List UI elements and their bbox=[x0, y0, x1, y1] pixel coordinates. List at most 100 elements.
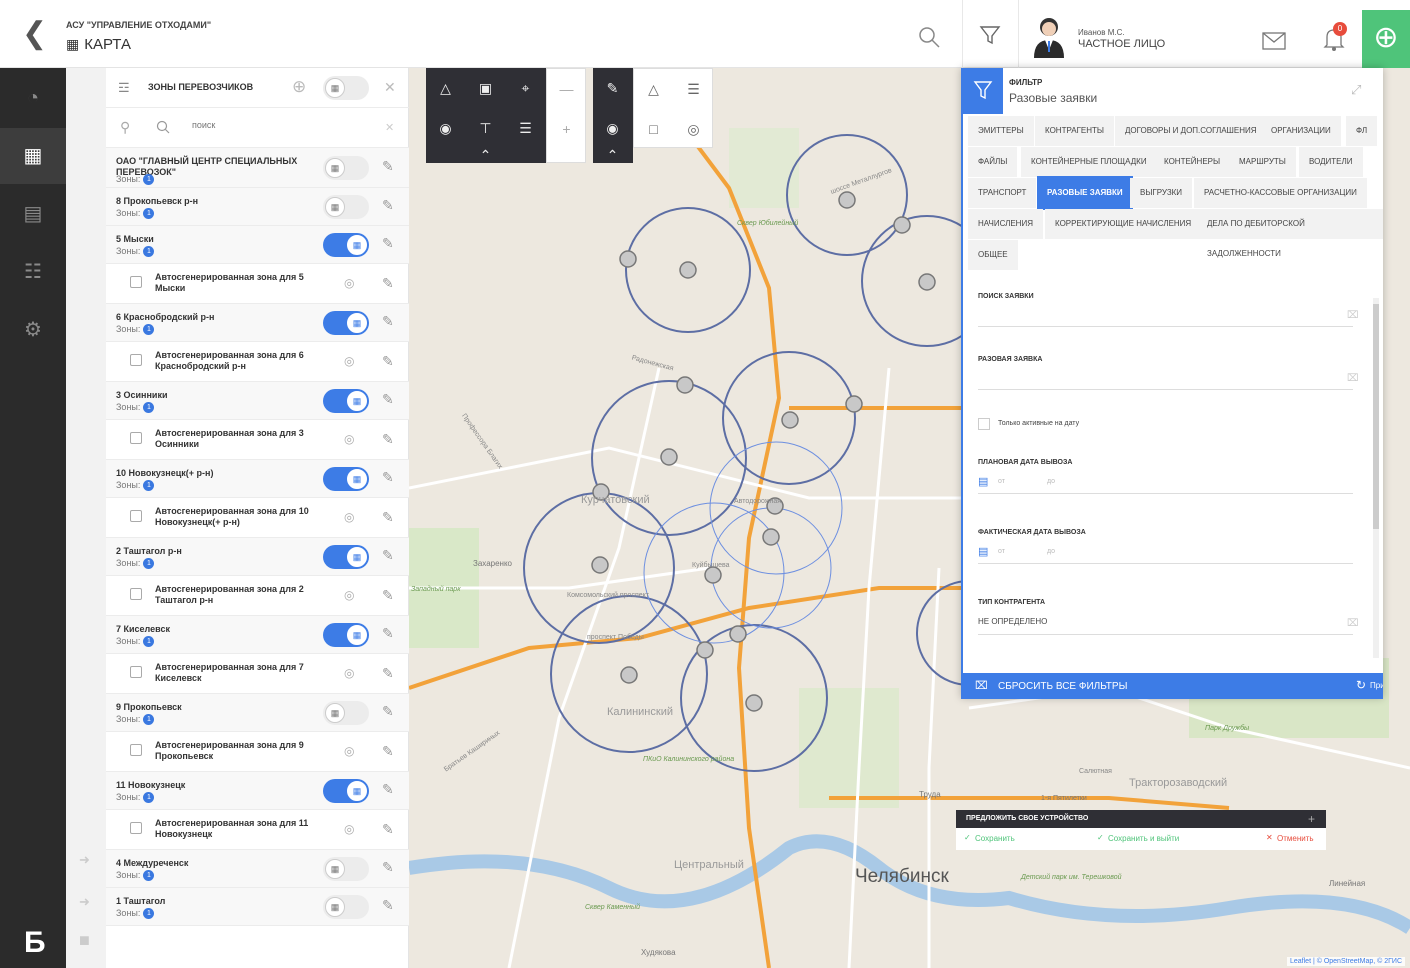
traffic-light-icon[interactable]: ☷ bbox=[0, 244, 66, 300]
tab-fl[interactable]: ФЛ bbox=[1346, 116, 1378, 146]
add-zone-icon[interactable]: ⊕ bbox=[292, 77, 306, 97]
edit-icon[interactable]: ✎ bbox=[382, 665, 394, 682]
toggle[interactable]: ▦ bbox=[323, 857, 369, 881]
contractor-type-select[interactable]: НЕ ОПРЕДЕЛЕНО bbox=[978, 617, 1047, 626]
reset-filters-button[interactable]: СБРОСИТЬ ВСЕ ФИЛЬТРЫ bbox=[998, 681, 1127, 692]
image-icon[interactable]: ▣ bbox=[466, 68, 505, 108]
search-input[interactable] bbox=[192, 120, 372, 130]
target-icon[interactable]: ◎ bbox=[344, 822, 354, 836]
polygon-icon[interactable]: △ bbox=[634, 69, 673, 109]
chevron-up-icon[interactable]: ⌃ bbox=[466, 148, 505, 163]
expand-icon[interactable]: ➜ bbox=[79, 894, 90, 910]
apply-button[interactable]: Применить bbox=[1370, 681, 1383, 690]
list-item[interactable]: 3 Осинники Зоны: 1 ▦ ✎ bbox=[106, 382, 409, 420]
edit-icon[interactable]: ✎ bbox=[382, 469, 394, 486]
toggle[interactable]: ▦ bbox=[323, 467, 369, 491]
dashboard-icon[interactable]: ◔ bbox=[0, 70, 66, 126]
calendar-icon[interactable]: ▤ bbox=[978, 545, 988, 558]
date-to-input[interactable]: до bbox=[1047, 478, 1055, 485]
edit-icon[interactable]: ✎ bbox=[382, 158, 394, 175]
target-icon[interactable]: ◎ bbox=[344, 354, 354, 368]
list-item[interactable]: 7 Киселевск Зоны: 1 ▦ ✎ bbox=[106, 616, 409, 654]
list-item[interactable]: ОАО "ГЛАВНЫЙ ЦЕНТР СПЕЦИАЛЬНЫХ ПЕРЕВОЗОК… bbox=[106, 148, 409, 188]
edit-icon[interactable]: ✎ bbox=[382, 821, 394, 838]
list-item[interactable]: 10 Новокузнецк(+ р-н) Зоны: 1 ▦ ✎ bbox=[106, 460, 409, 498]
clear-icon[interactable]: ⌧ bbox=[1347, 373, 1359, 384]
save-button[interactable]: Сохранить bbox=[975, 834, 1015, 843]
back-icon[interactable]: ❮ bbox=[22, 19, 47, 49]
tab-emitters[interactable]: ЭМИТТЕРЫ bbox=[968, 116, 1034, 146]
tab-organizations[interactable]: ОРГАНИЗАЦИИ bbox=[1261, 116, 1341, 146]
toggle[interactable]: ▦ bbox=[323, 545, 369, 569]
zone-item[interactable]: Автосгенерированная зона для 5 Мыски ◎ ✎ bbox=[106, 264, 409, 304]
mail-icon[interactable] bbox=[1262, 32, 1286, 50]
edit-icon[interactable]: ✎ bbox=[382, 275, 394, 292]
list-item[interactable]: 2 Таштагол р-н Зоны: 1 ▦ ✎ bbox=[106, 538, 409, 576]
tab-files[interactable]: ФАЙЛЫ bbox=[968, 147, 1018, 177]
edit-icon[interactable]: ✎ bbox=[382, 743, 394, 760]
zone-item[interactable]: Автосгенерированная зона для 2 Таштагол … bbox=[106, 576, 409, 616]
edit-icon[interactable]: ✎ bbox=[382, 353, 394, 370]
toggle[interactable]: ▦ bbox=[323, 233, 369, 257]
tab-general[interactable]: ОБЩЕЕ bbox=[968, 240, 1018, 270]
close-icon[interactable]: ✕ bbox=[384, 79, 396, 96]
calendar-icon[interactable]: ▤ bbox=[978, 475, 988, 488]
target-icon[interactable]: ◎ bbox=[344, 744, 354, 758]
measure-icon[interactable]: △ bbox=[426, 68, 465, 108]
clear-icon[interactable]: ⌧ bbox=[1347, 618, 1359, 629]
date-from-input[interactable]: от bbox=[998, 478, 1005, 485]
edit-icon[interactable]: ✎ bbox=[382, 509, 394, 526]
zone-item[interactable]: Автосгенерированная зона для 3 Осинники … bbox=[106, 420, 409, 460]
shape-icon[interactable]: □ bbox=[634, 109, 673, 149]
tab-cash-orgs[interactable]: РАСЧЕТНО-КАССОВЫЕ ОРГАНИЗАЦИИ bbox=[1194, 178, 1367, 208]
zone-item[interactable]: Автосгенерированная зона для 6 Краснобро… bbox=[106, 342, 409, 382]
zone-item[interactable]: Автосгенерированная зона для 7 Киселевск… bbox=[106, 654, 409, 694]
target-icon[interactable]: ◎ bbox=[344, 666, 354, 680]
list-item[interactable]: 9 Прокопьевск Зоны: 1 ▦ ✎ bbox=[106, 694, 409, 732]
layers-icon[interactable]: ☰ bbox=[506, 108, 545, 148]
edit-icon[interactable]: ✎ bbox=[382, 781, 394, 798]
layers-icon[interactable]: ☰ bbox=[674, 69, 713, 109]
save-exit-button[interactable]: Сохранить и выйти bbox=[1108, 834, 1179, 843]
edit-icon[interactable]: ✎ bbox=[382, 313, 394, 330]
cancel-button[interactable]: Отменить bbox=[1277, 834, 1314, 843]
list-item[interactable]: 1 Таштагол Зоны: 1 ▦ ✎ bbox=[106, 888, 409, 926]
tab-drivers[interactable]: ВОДИТЕЛИ bbox=[1299, 147, 1363, 177]
tab-correcting-charges[interactable]: КОРРЕКТИРУЮЩИЕ НАЧИСЛЕНИЯ bbox=[1045, 209, 1202, 239]
gear-icon[interactable]: ⚙ bbox=[0, 302, 66, 358]
pencil-icon[interactable]: ✎ bbox=[593, 68, 632, 108]
paint-roller-icon[interactable]: ⊤ bbox=[466, 108, 505, 148]
tab-one-time-orders[interactable]: РАЗОВЫЕ ЗАЯВКИ bbox=[1037, 176, 1133, 210]
zoom-in-icon[interactable]: + bbox=[547, 109, 586, 149]
pin-icon[interactable]: ⚲ bbox=[120, 119, 130, 136]
toggle[interactable]: ▦ bbox=[323, 895, 369, 919]
date-from-input[interactable]: от bbox=[998, 548, 1005, 555]
zoom-out-icon[interactable]: — bbox=[547, 69, 586, 109]
panel-toggle[interactable]: ▦ bbox=[323, 76, 369, 100]
target-icon[interactable]: ◎ bbox=[344, 276, 354, 290]
edit-icon[interactable]: ✎ bbox=[382, 703, 394, 720]
tab-transport[interactable]: ТРАНСПОРТ bbox=[968, 178, 1037, 208]
search-order-input[interactable] bbox=[978, 326, 1353, 327]
target-icon[interactable]: ◎ bbox=[674, 109, 713, 149]
tab-routes[interactable]: МАРШРУТЫ bbox=[1229, 147, 1296, 177]
zone-item[interactable]: Автосгенерированная зона для 11 Новокузн… bbox=[106, 810, 409, 850]
list-item[interactable]: 11 Новокузнецк Зоны: 1 ▦ ✎ bbox=[106, 772, 409, 810]
target-icon[interactable]: ◎ bbox=[344, 432, 354, 446]
user-profile[interactable]: Иванов М.С. ЧАСТНОЕ ЛИЦО bbox=[1024, 14, 1264, 58]
toggle[interactable]: ▦ bbox=[323, 195, 369, 219]
clear-icon[interactable]: ⌧ bbox=[1347, 310, 1359, 321]
map-attribution[interactable]: Leaflet | © OpenStreetMap, © 2ГИС bbox=[1287, 957, 1406, 966]
add-button[interactable]: ⊕ bbox=[1362, 10, 1410, 68]
toggle[interactable]: ▦ bbox=[323, 623, 369, 647]
order-input[interactable] bbox=[978, 389, 1353, 390]
target-icon[interactable]: ◎ bbox=[344, 510, 354, 524]
zone-item[interactable]: Автосгенерированная зона для 9 Прокопьев… bbox=[106, 732, 409, 772]
edit-icon[interactable]: ✎ bbox=[382, 625, 394, 642]
list-item[interactable]: 6 Краснобродский р-н Зоны: 1 ▦ ✎ bbox=[106, 304, 409, 342]
list-item[interactable]: 5 Мыски Зоны: 1 ▦ ✎ bbox=[106, 226, 409, 264]
toggle[interactable]: ▦ bbox=[323, 701, 369, 725]
expand-icon[interactable]: ⤢ bbox=[1351, 82, 1361, 98]
scrollbar[interactable] bbox=[1373, 298, 1379, 658]
search-icon[interactable] bbox=[918, 26, 940, 48]
